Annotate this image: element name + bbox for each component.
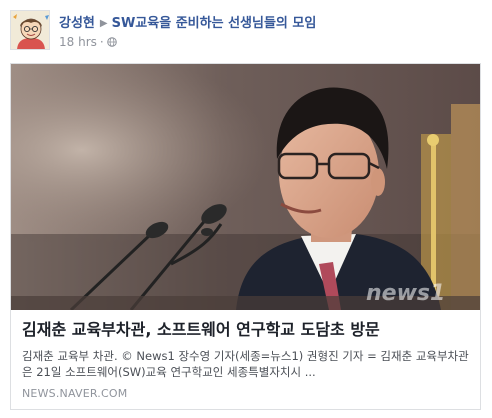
globe-icon[interactable]	[106, 37, 117, 47]
news-photo: news1	[11, 64, 480, 310]
news1-watermark: news1	[366, 281, 445, 306]
triangle-right-icon: ▶	[99, 18, 108, 29]
link-description: 김재춘 교육부 차관. © News1 장수영 기자(세종=뉴스1) 권형진 기…	[22, 349, 469, 379]
author-avatar[interactable]	[10, 10, 50, 50]
link-title[interactable]: 김재춘 교육부차관, 소프트웨어 연구학교 도담초 방문	[22, 320, 469, 340]
meta-separator: ·	[99, 35, 104, 49]
post-header: 강성현 ▶ SW교육을 준비하는 선생님들의 모임 18 hrs ·	[10, 10, 480, 54]
link-preview-image[interactable]: news1	[11, 64, 480, 310]
link-preview[interactable]: news1 김재춘 교육부차관, 소프트웨어 연구학교 도담초 방문 김재춘 교…	[10, 63, 481, 410]
feed-post: 강성현 ▶ SW교육을 준비하는 선생님들의 모임 18 hrs · news1…	[0, 0, 492, 418]
link-preview-caption: 김재춘 교육부차관, 소프트웨어 연구학교 도담초 방문 김재춘 교육부 차관.…	[11, 310, 480, 409]
cartoon-avatar-icon	[11, 11, 49, 49]
link-domain: NEWS.NAVER.COM	[22, 387, 128, 400]
author-name-link[interactable]: 강성현	[59, 16, 95, 31]
post-meta: 18 hrs ·	[59, 35, 117, 49]
post-title-line: 강성현 ▶ SW교육을 준비하는 선생님들의 모임	[59, 12, 316, 31]
group-name-link[interactable]: SW교육을 준비하는 선생님들의 모임	[112, 16, 317, 31]
post-timestamp[interactable]: 18 hrs	[59, 35, 97, 49]
